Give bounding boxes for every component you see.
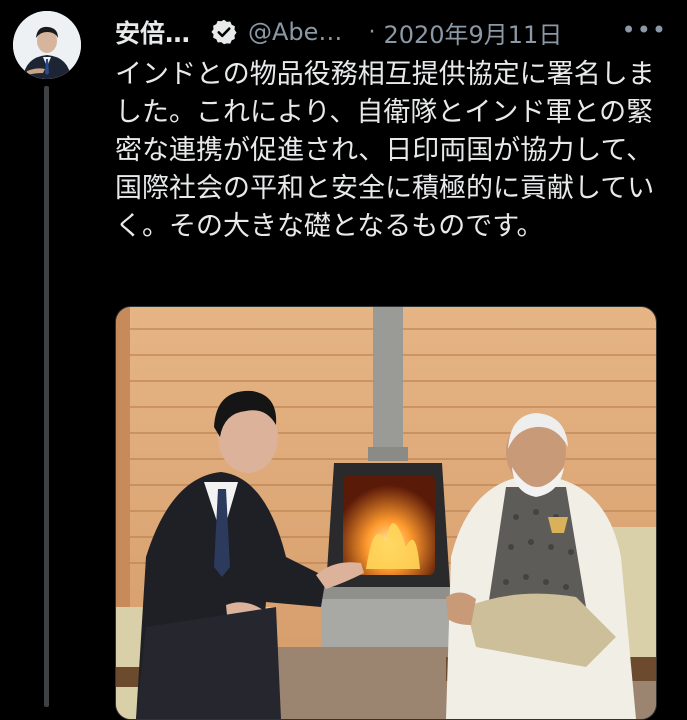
avatar[interactable] (13, 11, 81, 79)
separator-dot: · (368, 19, 376, 45)
author-name[interactable]: 安倍… (115, 14, 190, 50)
tweet-text: インドとの物品役務相互提供協定に署名しました。これにより、自衛隊とインド軍との緊… (115, 59, 655, 242)
more-options-icon[interactable]: ••• (622, 16, 667, 44)
tweet-header: 安倍… @Abe… · 2020年9月11日 ••• (115, 14, 675, 50)
verified-badge-icon (211, 19, 237, 45)
fireplace-meeting-photo-icon (116, 307, 656, 719)
tweet-photo[interactable] (115, 306, 657, 720)
tweet-date[interactable]: 2020年9月11日 (383, 15, 562, 50)
thread-line (44, 86, 49, 707)
author-handle[interactable]: @Abe… (248, 18, 342, 46)
avatar-photo-icon (13, 11, 81, 79)
